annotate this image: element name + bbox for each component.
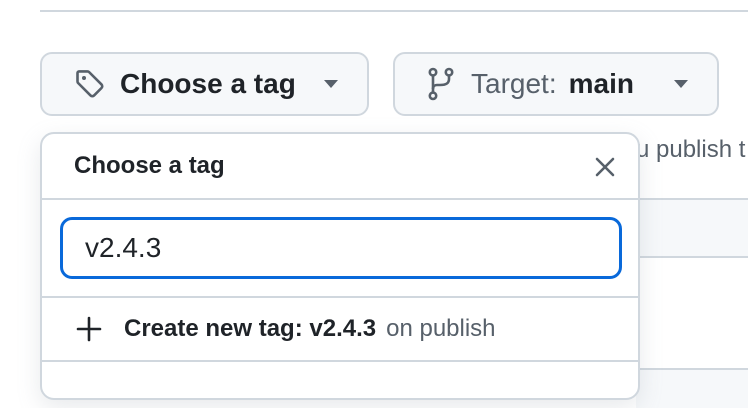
plus-icon (76, 316, 102, 342)
dropdown-header: Choose a tag (42, 134, 638, 200)
tag-icon (74, 68, 106, 100)
create-new-tag-item[interactable]: Create new tag: v2.4.3 on publish (42, 298, 638, 362)
choose-tag-button[interactable]: Choose a tag (40, 52, 369, 116)
background-panel-footer (636, 368, 748, 408)
choose-tag-dropdown: Choose a tag Create new tag: v2.4.3 on p… (40, 132, 640, 400)
background-panel-header (636, 198, 748, 258)
release-form-page: Choose a tag Target: main u publish t Ch… (0, 0, 748, 408)
dropdown-title: Choose a tag (74, 152, 225, 179)
target-prefix: Target: (471, 68, 557, 99)
choose-tag-label: Choose a tag (120, 68, 296, 99)
create-new-tag-suffix: on publish (386, 315, 496, 342)
git-branch-icon (427, 67, 455, 101)
divider (40, 10, 748, 12)
create-new-tag-label: Create new tag: v2.4.3 (124, 315, 377, 342)
caret-down-icon (673, 79, 689, 89)
caret-down-icon (323, 79, 339, 89)
publish-hint-text: u publish t (636, 136, 746, 163)
tag-search-input[interactable] (60, 217, 622, 279)
target-label: Target: main (471, 68, 634, 100)
target-value: main (568, 68, 634, 99)
close-icon[interactable] (592, 154, 618, 180)
target-branch-button[interactable]: Target: main (393, 52, 719, 116)
dropdown-filter (42, 200, 638, 298)
